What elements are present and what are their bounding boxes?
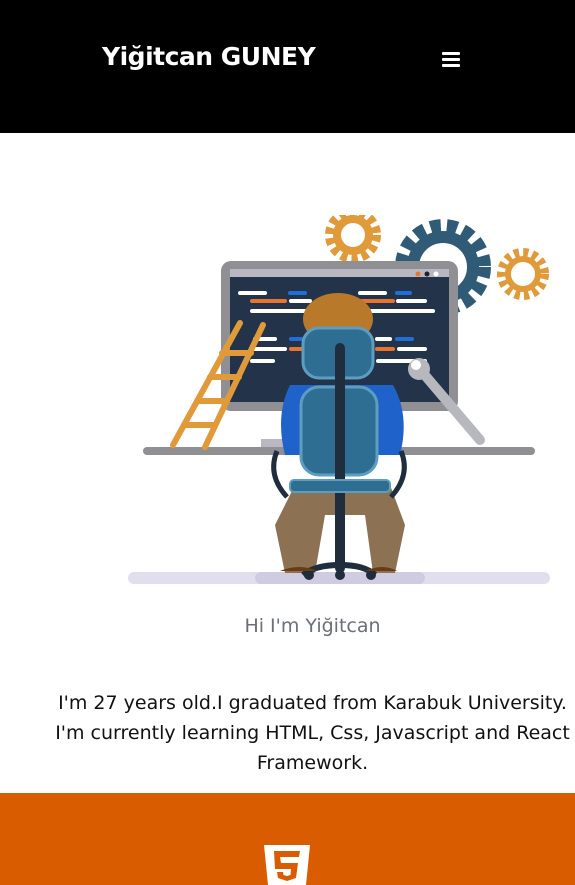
- html5-logo-icon: [264, 845, 310, 885]
- orange-gear-top-icon: [325, 215, 381, 263]
- skills-section: [0, 793, 575, 885]
- greeting-text: Hi I'm Yiğitcan: [244, 615, 381, 637]
- about-line-1: I'm 27 years old.I graduated from Karabu…: [58, 692, 567, 714]
- about-line-2: I'm currently learning HTML, Css, Javasc…: [55, 722, 570, 744]
- orange-gear-small-icon: [497, 248, 549, 300]
- site-header: Yiğitcan GUNEY: [0, 0, 575, 133]
- about-text: I'm 27 years old.I graduated from Karabu…: [0, 688, 575, 778]
- hamburger-menu-icon[interactable]: [440, 50, 462, 70]
- brand-name[interactable]: Yiğitcan GUNEY: [102, 42, 316, 71]
- about-line-3: Framework.: [256, 752, 369, 774]
- developer-at-computer-illustration: [128, 215, 550, 584]
